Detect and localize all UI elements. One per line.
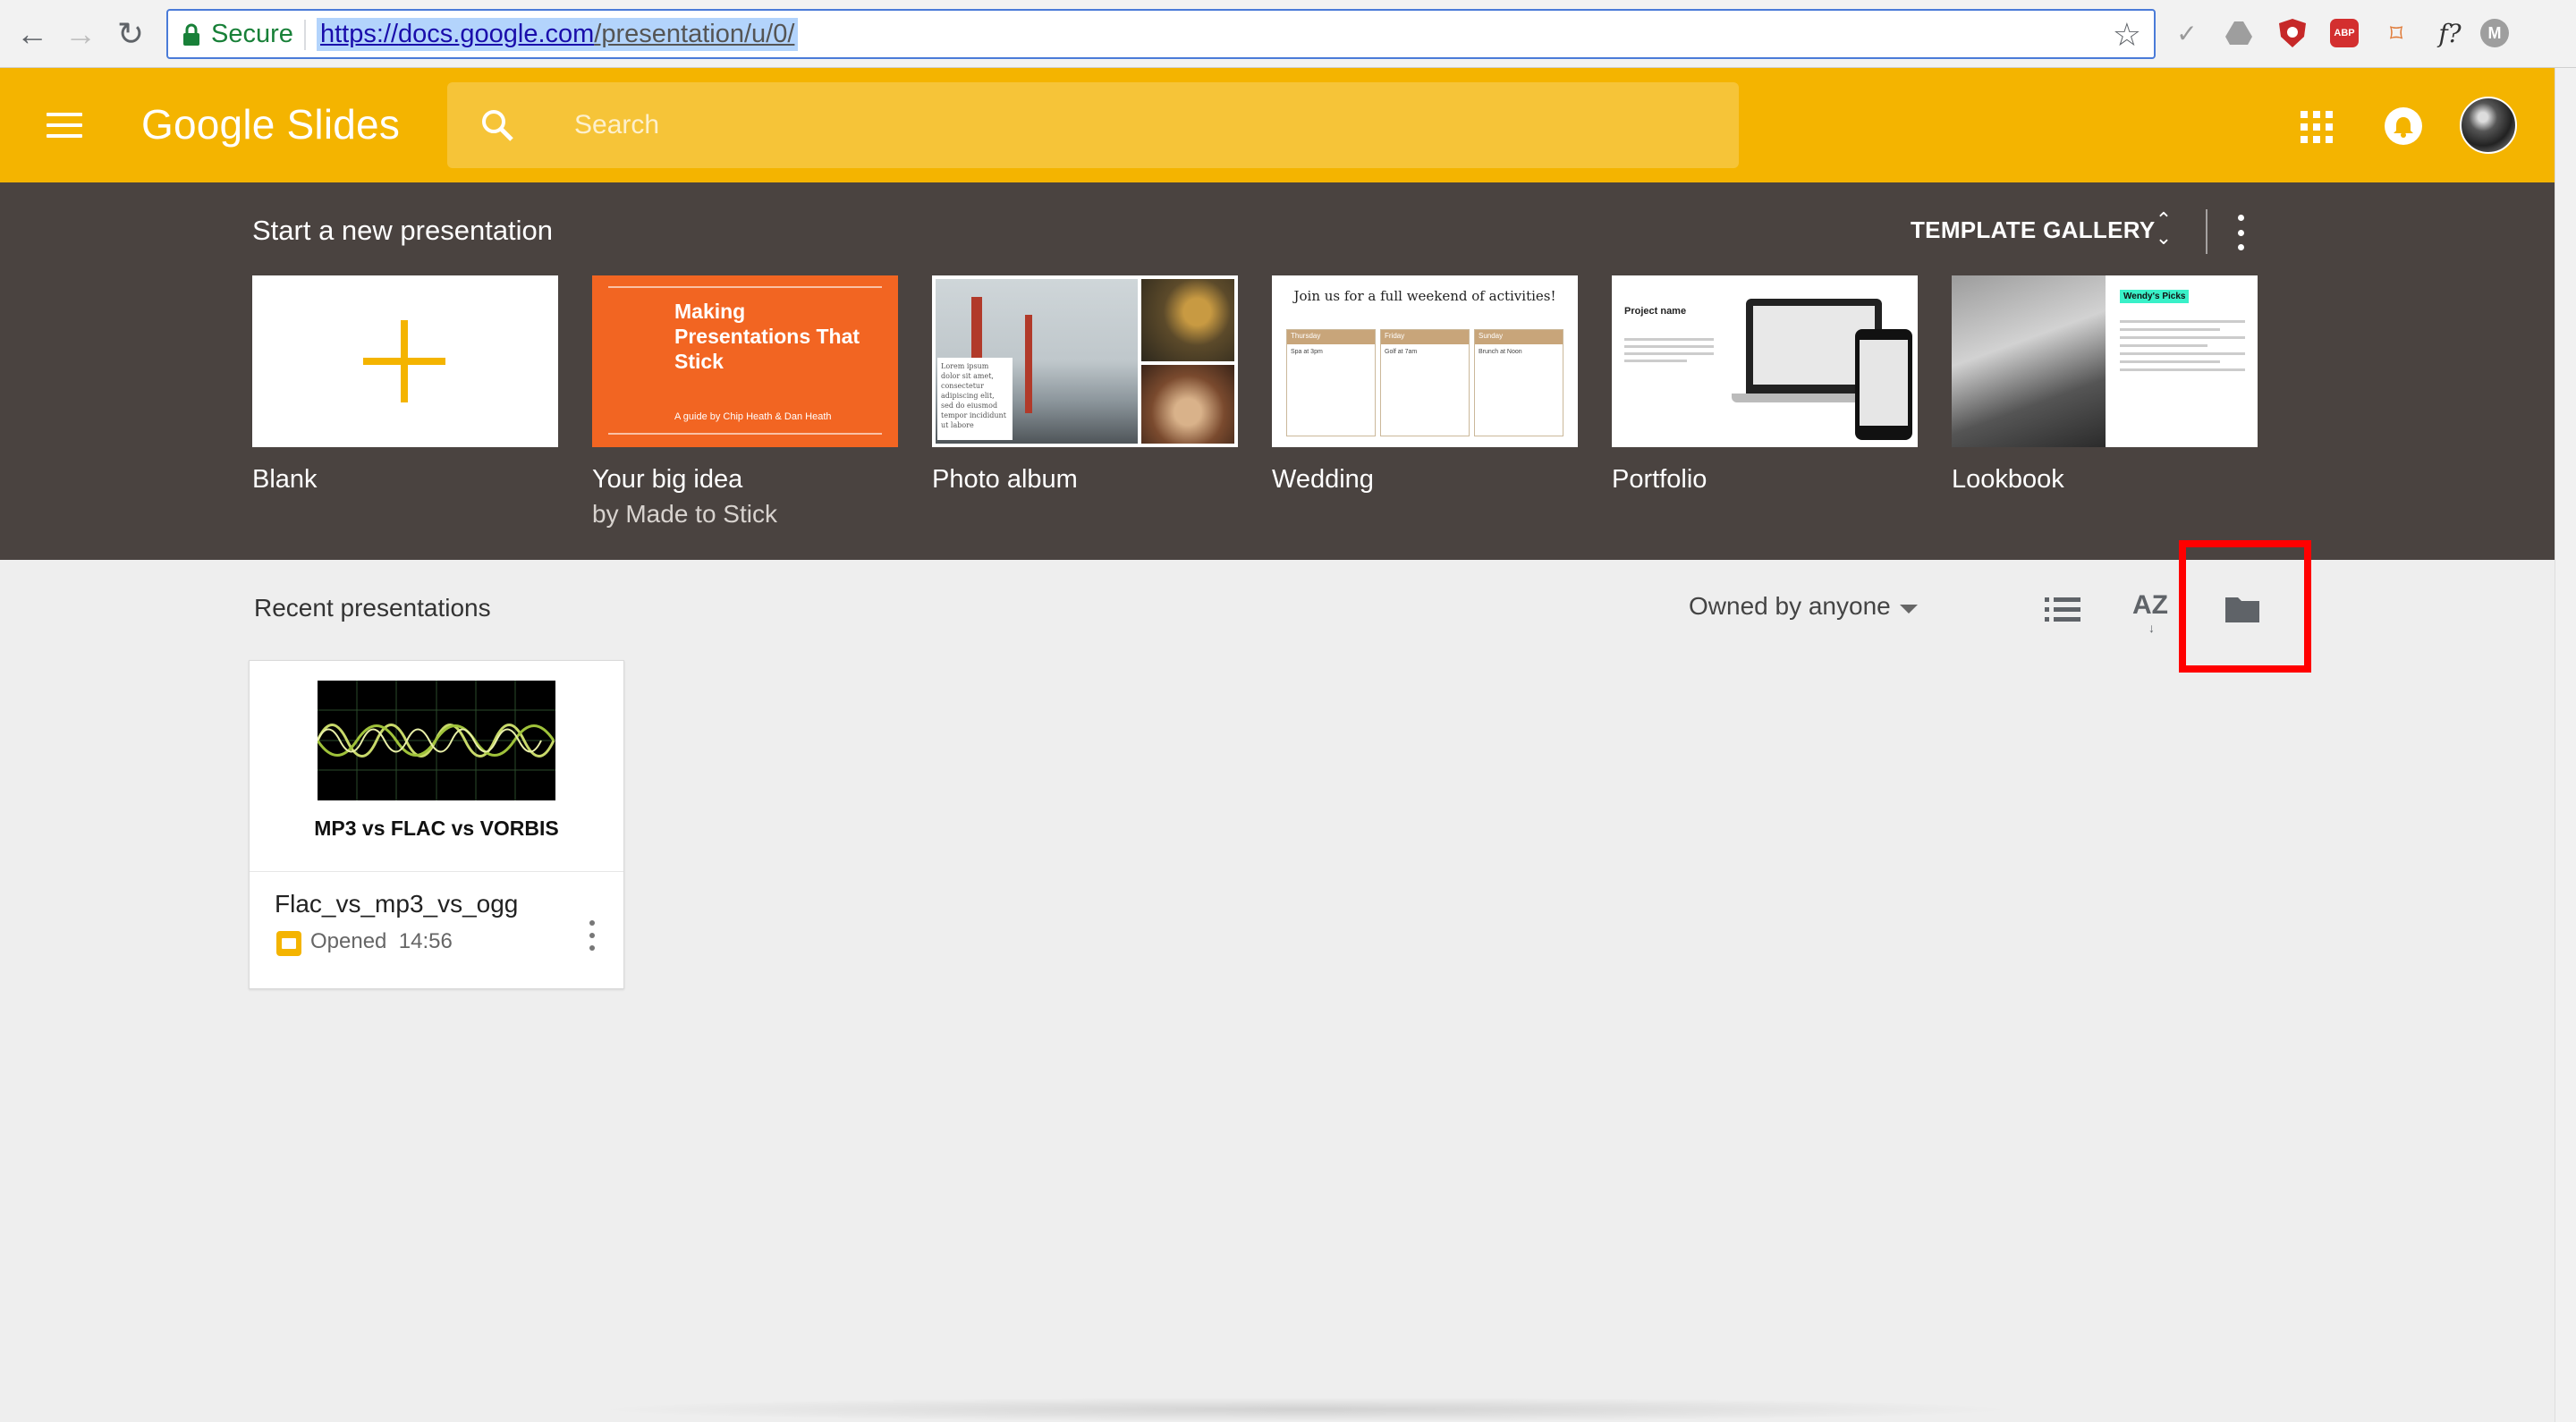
app-header: Google Slides (0, 68, 2555, 182)
slides-file-icon (276, 931, 301, 956)
list-view-icon[interactable] (2045, 597, 2080, 624)
account-avatar[interactable] (2460, 97, 2517, 154)
template-photo-album[interactable]: Lorem ipsum dolor sit amet, consectetur … (932, 275, 1238, 495)
template-thumbnail[interactable]: Join us for a full weekend of activities… (1272, 275, 1578, 447)
document-more-icon[interactable] (588, 920, 597, 951)
thumb-title: Project name (1624, 306, 1687, 317)
document-thumbnail[interactable]: MP3 vs FLAC vs VORBIS (250, 661, 623, 872)
template-portfolio[interactable]: Project name Portfolio (1612, 275, 1918, 495)
schedule-column: Sunday Brunch at Noon (1474, 329, 1563, 436)
template-name: Portfolio (1612, 465, 1707, 494)
skater-photo (1952, 275, 2106, 447)
search-bar[interactable] (447, 82, 1739, 168)
browser-toolbar: ← → ↻ Secure https://docs.google.com/pre… (0, 0, 2576, 68)
thumb-subtitle: A guide by Chip Heath & Dan Heath (674, 411, 832, 422)
dropdown-caret-icon[interactable] (1900, 605, 1918, 614)
document-opened-time: Opened 14:56 (310, 929, 453, 953)
url-text[interactable]: https://docs.google.com/presentation/u/0… (317, 18, 799, 51)
app-logo[interactable]: Google Slides (141, 100, 400, 148)
page-scrollbar[interactable] (2555, 68, 2576, 1422)
omnibox-divider (304, 20, 306, 50)
template-thumbnail[interactable]: Making Presentations That Stick A guide … (592, 275, 898, 447)
font-icon[interactable]: f? (2428, 16, 2472, 50)
ublock-icon[interactable] (2275, 16, 2309, 50)
schedule-column: Friday Golf at 7am (1380, 329, 1470, 436)
notifications-icon[interactable] (2385, 107, 2422, 145)
bottom-shadow (590, 1397, 2021, 1422)
template-name: Lookbook (1952, 465, 2064, 494)
divider (608, 433, 882, 435)
phone-graphic (1855, 329, 1912, 440)
drive-icon[interactable] (2222, 16, 2256, 50)
expand-collapse-icon[interactable]: ⌃ ⌄ (2152, 210, 2175, 252)
lock-icon (183, 23, 199, 46)
back-icon[interactable]: ← (11, 13, 54, 55)
template-thumbnail[interactable] (252, 275, 558, 447)
template-name: Wedding (1272, 465, 1374, 494)
schedule-column: Thursday Spa at 3pm (1286, 329, 1376, 436)
toolbar-divider (2206, 209, 2207, 254)
highlight-annotation (2179, 540, 2311, 673)
recent-heading: Recent presentations (254, 594, 491, 622)
main-menu-icon[interactable] (47, 113, 82, 138)
template-thumbnail[interactable]: Wendy's Picks (1952, 275, 2258, 447)
table-photo (1141, 365, 1234, 444)
thumb-tag: Wendy's Picks (2120, 290, 2190, 303)
document-card[interactable]: MP3 vs FLAC vs VORBIS Flac_vs_mp3_vs_ogg… (249, 660, 624, 989)
thumb-caption: Lorem ipsum dolor sit amet, consectetur … (937, 358, 1013, 440)
template-lookbook[interactable]: Wendy's Picks Lookbook (1952, 275, 2258, 495)
forward-icon[interactable]: → (59, 13, 102, 55)
divider (608, 286, 882, 288)
template-name: Your big idea (592, 465, 743, 494)
template-strip: Start a new presentation TEMPLATE GALLER… (0, 182, 2555, 560)
template-more-icon[interactable] (2236, 215, 2245, 250)
bridge-tower (1025, 315, 1032, 413)
start-new-heading: Start a new presentation (252, 215, 554, 246)
thumb-title: Join us for a full weekend of activities… (1293, 288, 1556, 304)
check-icon[interactable]: ✓ (2170, 16, 2204, 50)
placeholder-text (2120, 320, 2245, 377)
search-input[interactable] (572, 104, 1646, 147)
thumb-title: Making Presentations That Stick (674, 300, 860, 373)
slide-title: MP3 vs FLAC vs VORBIS (314, 817, 559, 840)
google-apps-icon[interactable] (2301, 111, 2333, 143)
template-name: Photo album (932, 465, 1078, 494)
template-wedding[interactable]: Join us for a full weekend of activities… (1272, 275, 1578, 495)
waveform-image (316, 681, 555, 800)
sort-az-icon[interactable]: AZ ↓ (2132, 590, 2168, 635)
document-name[interactable]: Flac_vs_mp3_vs_ogg (275, 890, 518, 918)
reload-icon[interactable]: ↻ (109, 13, 152, 55)
template-blank[interactable]: Blank (252, 275, 558, 495)
template-gallery-button[interactable]: TEMPLATE GALLERY (1911, 216, 2155, 244)
bookmark-icon[interactable]: ⌑ (2379, 16, 2413, 50)
template-your-big-idea[interactable]: Making Presentations That Stick A guide … (592, 275, 898, 529)
secure-label: Secure (211, 20, 293, 48)
leaf-photo (1141, 279, 1234, 361)
template-thumbnail[interactable]: Lorem ipsum dolor sit amet, consectetur … (932, 275, 1238, 447)
m-icon[interactable]: M (2478, 16, 2512, 50)
search-icon[interactable] (479, 107, 515, 143)
plus-icon-vertical (401, 320, 408, 402)
abp-icon[interactable]: ABP (2327, 16, 2361, 50)
bookmark-star-icon[interactable]: ☆ (2113, 16, 2141, 54)
template-name: Blank (252, 465, 318, 494)
placeholder-text (1624, 338, 1714, 367)
address-bar[interactable]: Secure https://docs.google.com/presentat… (166, 9, 2156, 59)
template-thumbnail[interactable]: Project name (1612, 275, 1918, 447)
owner-filter-dropdown[interactable]: Owned by anyone (1689, 592, 1891, 621)
template-author: by Made to Stick (592, 500, 777, 528)
